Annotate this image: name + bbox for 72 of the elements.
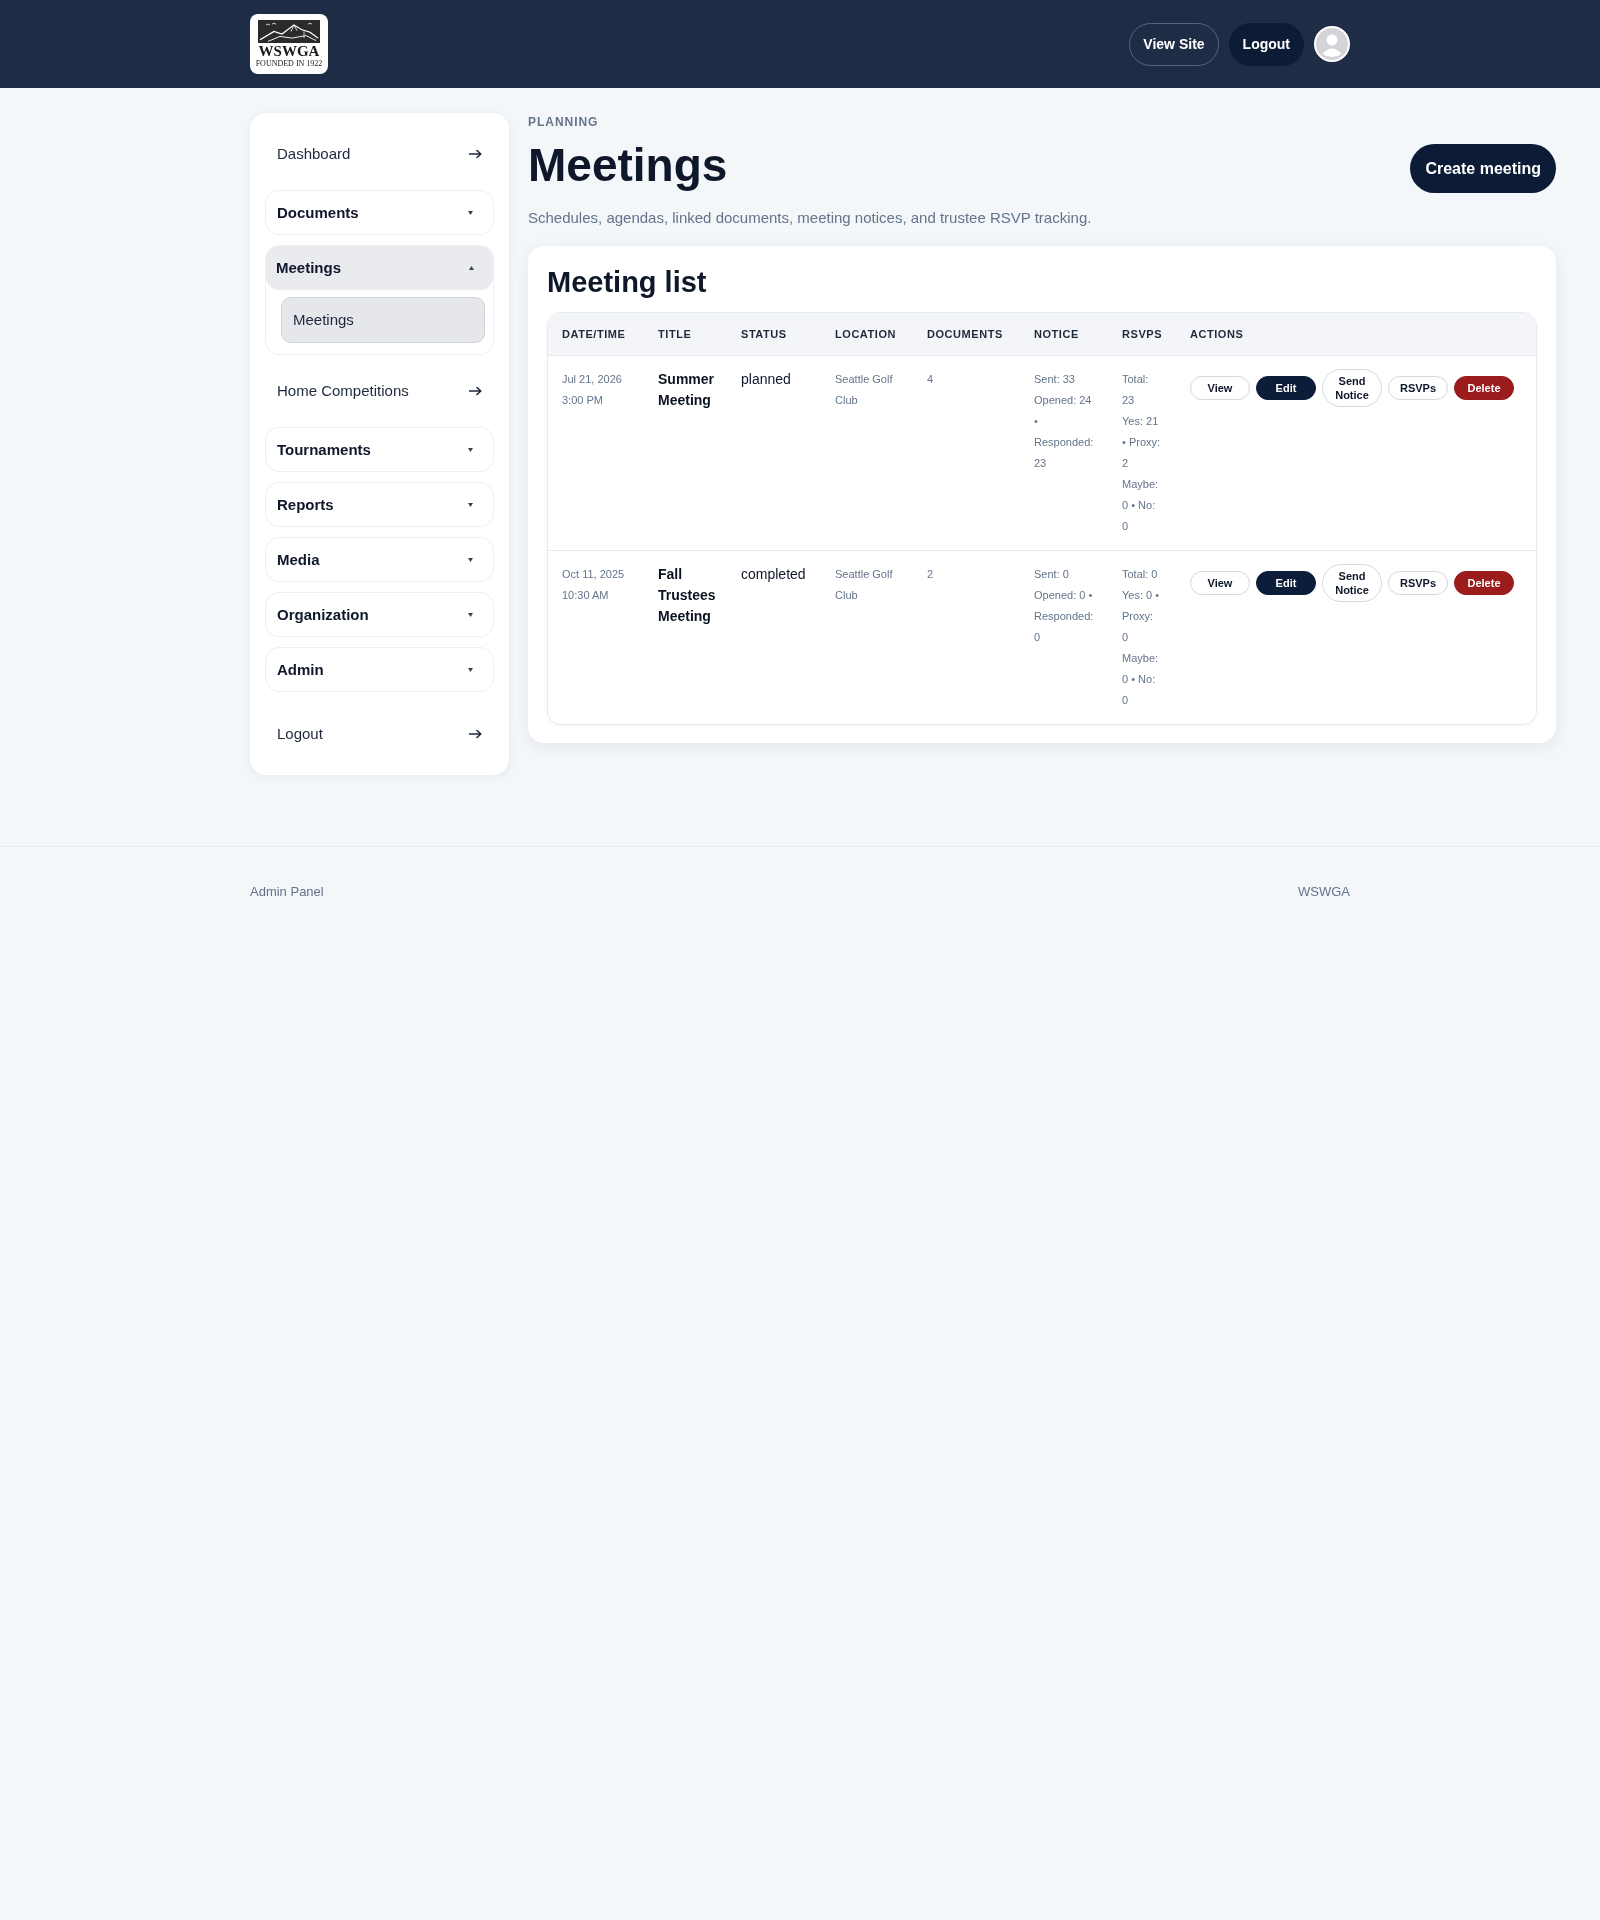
nav-group-toggle[interactable]: Organization [265, 592, 494, 637]
action-button[interactable]: Delete [1454, 571, 1514, 595]
column-header: LOCATION [835, 327, 897, 341]
status-cell-text: planned [741, 370, 791, 389]
caret-down-icon [468, 667, 473, 672]
caret-down-icon [468, 502, 473, 507]
nav-group-toggle[interactable]: Documents [265, 190, 494, 235]
nav-sub-link[interactable]: Meetings [281, 297, 485, 343]
date-time-cell-text: Jul 21, 2026 3:00 PM [562, 372, 623, 408]
rsvp-summary-line: Yes: 21 • Proxy: 2 [1122, 414, 1162, 471]
action-button[interactable]: Send Notice [1322, 564, 1382, 602]
arrow-right-icon [469, 386, 482, 396]
meeting-title-cell-text: Fall Trustees Meeting [658, 565, 717, 626]
caret-down-icon [468, 612, 473, 617]
action-button[interactable]: Edit [1256, 376, 1316, 400]
logo[interactable]: WSWGA FOUNDED IN 1922 [250, 14, 328, 74]
nav-group-toggle[interactable]: Meetings [266, 246, 493, 290]
rsvp-summary-line: Total: 23 [1122, 372, 1150, 408]
caret-down-icon [468, 210, 473, 215]
column-header: TITLE [658, 327, 692, 341]
action-button[interactable]: View [1190, 376, 1250, 400]
mountain-emblem-icon [258, 20, 320, 43]
nav-link[interactable]: Dashboard [265, 128, 494, 180]
nav-group-toggle[interactable]: Tournaments [265, 427, 494, 472]
nav-group-toggle[interactable]: Reports [265, 482, 494, 527]
rsvp-summary-line: Maybe: 0 • No: 0 [1122, 477, 1160, 534]
arrow-right-icon [469, 149, 482, 159]
notice-summary-line: Opened: 24 • Responded: 23 [1034, 393, 1095, 471]
notice-summary-line: Sent: 33 [1034, 372, 1075, 387]
column-header: NOTICE [1034, 327, 1079, 341]
arrow-right-icon [469, 729, 482, 739]
create-meeting-button[interactable]: Create meeting [1410, 144, 1556, 193]
caret-down-icon [468, 447, 473, 452]
card-title: Meeting list [547, 265, 707, 300]
notice-summary-line: Opened: 0 • Responded: 0 [1034, 588, 1095, 645]
page-description: Schedules, agendas, linked documents, meeting notices, and trustee RSVP tracking. [528, 208, 1092, 228]
nav-group-toggle[interactable]: Admin [265, 647, 494, 692]
column-header: DATE/TIME [562, 327, 626, 341]
meeting-title-cell-text: Summer Meeting [658, 370, 716, 410]
header-button[interactable]: Logout [1228, 22, 1304, 66]
date-time-cell-text: Oct 11, 2025 10:30 AM [562, 567, 626, 603]
location-cell-text: Seattle Golf Club [835, 372, 894, 408]
column-header: RSVPS [1122, 327, 1163, 341]
footer-text: Admin Panel [250, 883, 324, 901]
section-eyebrow: PLANNING [528, 114, 599, 131]
notice-summary-line: Sent: 0 [1034, 567, 1069, 582]
column-header: STATUS [741, 327, 787, 341]
rsvp-summary-line: Yes: 0 • Proxy: 0 [1122, 588, 1161, 645]
action-button[interactable]: Delete [1454, 376, 1514, 400]
caret-down-icon [468, 557, 473, 562]
column-header: ACTIONS [1190, 327, 1244, 341]
user-avatar-icon[interactable] [1314, 26, 1350, 62]
document-count-cell-text: 4 [927, 372, 934, 387]
footer-brand: WSWGA [1298, 883, 1350, 901]
action-button[interactable]: Edit [1256, 571, 1316, 595]
caret-up-icon [469, 266, 474, 270]
rsvp-summary-line: Maybe: 0 • No: 0 [1122, 651, 1160, 708]
logo-tagline: FOUNDED IN 1922 [255, 59, 323, 68]
logo-wordmark: WSWGA [258, 43, 320, 59]
status-cell-text: completed [741, 565, 806, 584]
logout-link[interactable]: Logout [265, 708, 494, 760]
nav-group-toggle[interactable]: Media [265, 537, 494, 582]
nav-link[interactable]: Home Competitions [265, 365, 494, 417]
document-count-cell-text: 2 [927, 567, 934, 582]
action-button[interactable]: RSVPs [1388, 571, 1448, 595]
action-button[interactable]: RSVPs [1388, 376, 1448, 400]
action-button[interactable]: View [1190, 571, 1250, 595]
location-cell-text: Seattle Golf Club [835, 567, 894, 603]
page-title: Meetings [528, 138, 728, 193]
column-header: DOCUMENTS [927, 327, 1003, 341]
rsvp-summary-line: Total: 0 [1122, 567, 1158, 582]
action-button[interactable]: Send Notice [1322, 369, 1382, 407]
